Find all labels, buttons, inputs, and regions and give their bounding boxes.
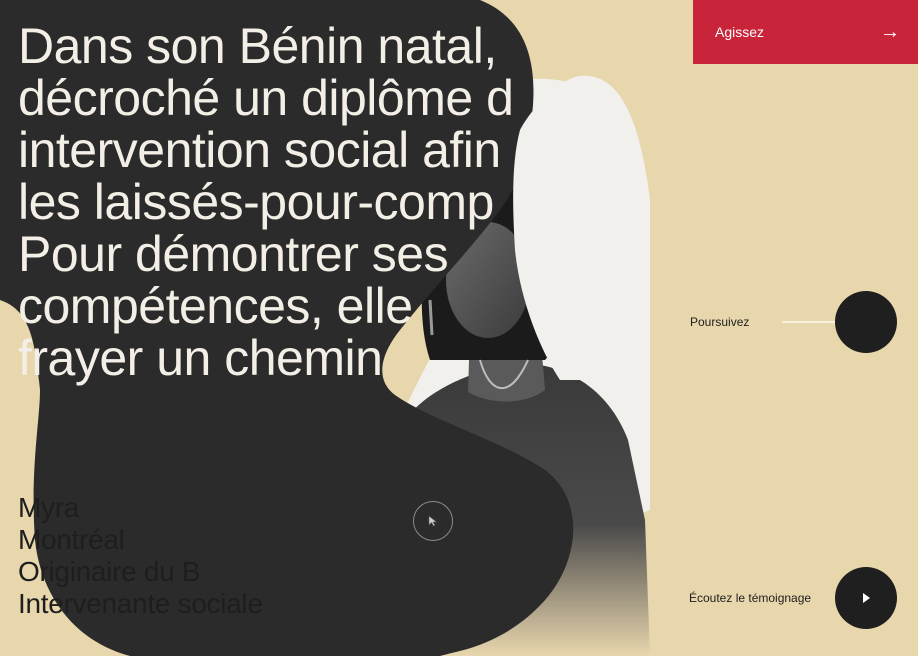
play-testimony-button[interactable] bbox=[835, 567, 897, 629]
listen-testimony-label[interactable]: Écoutez le témoignage bbox=[689, 591, 811, 605]
continue-label[interactable]: Poursuivez bbox=[690, 315, 749, 329]
play-icon bbox=[863, 593, 870, 603]
act-button[interactable]: Agissez → bbox=[693, 0, 918, 64]
act-button-label: Agissez bbox=[715, 24, 765, 40]
continue-button[interactable] bbox=[835, 291, 897, 353]
cursor-indicator bbox=[413, 501, 453, 541]
arrow-right-icon: → bbox=[880, 20, 900, 43]
cursor-icon bbox=[428, 515, 438, 527]
blob-overlap bbox=[58, 470, 574, 656]
hero-stage: Dans son Bénin natal, décroché un diplôm… bbox=[0, 0, 918, 656]
